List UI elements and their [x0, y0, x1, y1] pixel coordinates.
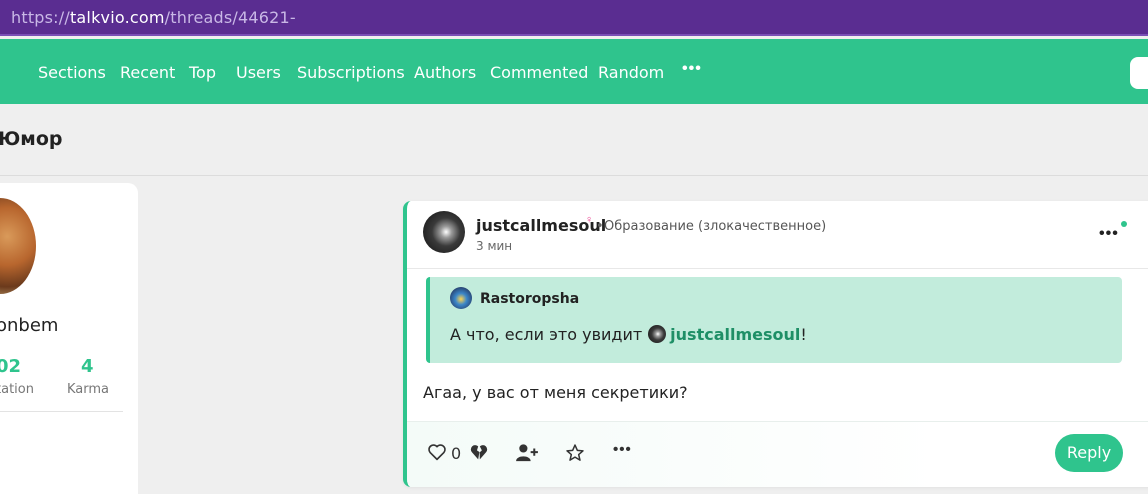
follow-user-icon[interactable]	[515, 443, 539, 463]
nav-more-icon[interactable]: •••	[682, 60, 702, 78]
profile-name[interactable]: onbem	[0, 315, 58, 336]
post-time[interactable]: 3 мин	[476, 239, 512, 253]
author-status: Образование (злокачественное)	[604, 219, 827, 234]
nav-item-top[interactable]: Top	[189, 63, 216, 82]
broken-heart-icon[interactable]	[469, 443, 489, 461]
quote-author-avatar[interactable]	[450, 287, 472, 309]
stat-karma-value: 4	[81, 356, 94, 377]
heart-icon[interactable]	[427, 443, 447, 461]
profile-divider	[0, 411, 123, 412]
reply-button[interactable]: Reply	[1055, 434, 1123, 472]
url-path: /threads/44621-	[164, 8, 296, 27]
like-count: 0	[451, 444, 462, 463]
post-body: Агаа, у вас от меня секретики?	[423, 383, 688, 402]
url-text[interactable]: https://talkvio.com/threads/44621-	[11, 8, 296, 27]
nav-item-subscriptions[interactable]: Subscriptions	[297, 63, 405, 82]
post-card: justcallmesoul ♀ • Образование (злокачес…	[403, 201, 1148, 487]
quote-author-name[interactable]: Rastoropsha	[480, 291, 579, 307]
nav-item-commented[interactable]: Commented	[490, 63, 588, 82]
nav-item-users[interactable]: Users	[236, 63, 281, 82]
quote-text-before: А что, если это увидит	[450, 325, 643, 344]
address-bar[interactable]: https://talkvio.com/threads/44621-	[0, 0, 1148, 36]
post-more-icon[interactable]: •••	[613, 441, 632, 458]
nav-item-sections[interactable]: Sections	[38, 63, 106, 82]
quote-text-after: !	[800, 325, 807, 344]
stat-karma-label: Karma	[67, 382, 110, 397]
header-divider	[0, 175, 1148, 176]
stat-reputation-label: tation	[0, 382, 34, 397]
author-avatar[interactable]	[423, 211, 465, 253]
main-nav: Sections Recent Top Users Subscriptions …	[0, 39, 1148, 104]
url-protocol: https://	[11, 8, 70, 27]
star-icon[interactable]	[565, 443, 585, 463]
nav-item-recent[interactable]: Recent	[120, 63, 175, 82]
quote-text: А что, если это увидит justcallmesoul!	[450, 325, 807, 344]
quote-block: Rastoropsha А что, если это увидит justca…	[426, 277, 1122, 363]
post-menu-icon[interactable]: •••	[1099, 225, 1119, 243]
author-separator: •	[596, 219, 604, 234]
stat-reputation-value: 02	[0, 356, 22, 377]
female-sign-icon: ♀	[585, 214, 594, 226]
nav-item-random[interactable]: Random	[598, 63, 664, 82]
mention-link[interactable]: justcallmesoul	[670, 325, 800, 344]
post-header-divider	[407, 268, 1148, 269]
search-input[interactable]	[1130, 57, 1148, 89]
online-indicator	[1121, 221, 1127, 227]
mention-avatar	[648, 325, 667, 343]
url-host: talkvio.com	[69, 8, 165, 27]
page-title: Юмор	[0, 128, 63, 150]
nav-item-authors[interactable]: Authors	[414, 63, 476, 82]
